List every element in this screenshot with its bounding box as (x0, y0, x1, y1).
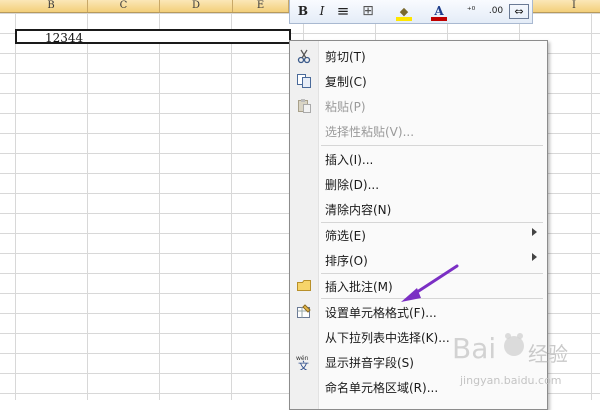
menu-item-cut[interactable]: 剪切(T) (290, 43, 547, 68)
column-header-e[interactable]: E (233, 0, 289, 12)
column-header-i[interactable]: I (548, 0, 600, 12)
font-color-button[interactable]: A (430, 2, 448, 21)
menu-item-delete[interactable]: 删除(D)... (290, 171, 547, 196)
bold-button[interactable]: B (294, 2, 312, 21)
watermark-brand: Baidu 经验 (452, 334, 453, 335)
menu-item-sort-label: 排序(O) (325, 254, 368, 268)
comment-icon (296, 278, 312, 294)
fill-color-swatch (396, 17, 412, 21)
menu-item-clear-contents-label: 清除内容(N) (325, 203, 392, 217)
mini-toolbar: B I ≡ ⊞ ◆ A ⁺⁰ .00 ⇔ (289, 0, 533, 24)
italic-button[interactable]: I (314, 2, 330, 21)
menu-item-paste-label: 粘贴(P) (325, 100, 366, 114)
menu-item-cut-label: 剪切(T) (325, 50, 366, 64)
copy-icon (296, 73, 312, 89)
submenu-arrow-icon (532, 253, 537, 261)
annotation-arrow-icon (401, 264, 459, 302)
scissors-icon (296, 48, 312, 64)
menu-item-define-name-label: 命名单元格区域(R)... (325, 381, 439, 395)
paste-icon (296, 98, 312, 114)
menu-item-clear-contents[interactable]: 清除内容(N) (290, 196, 547, 221)
baidu-logo-icon: Bai (452, 332, 524, 365)
menu-item-paste-special[interactable]: 选择性粘贴(V)... (290, 118, 547, 143)
column-header-b[interactable]: B (15, 0, 88, 12)
phonetic-icon: wén 文 (296, 354, 312, 373)
menu-item-copy-label: 复制(C) (325, 75, 367, 89)
menu-item-filter-label: 筛选(E) (325, 229, 366, 243)
font-color-letter: A (434, 4, 444, 18)
increase-decimal-button[interactable]: ⁺⁰ (460, 2, 482, 21)
menu-item-paste[interactable]: 粘贴(P) (290, 93, 547, 118)
watermark-url: jingyan.baidu.com (460, 374, 562, 387)
fill-color-button[interactable]: ◆ (394, 2, 414, 21)
svg-text:Bai: Bai (452, 332, 496, 365)
column-header-d[interactable]: D (160, 0, 233, 12)
svg-text:文: 文 (298, 359, 309, 370)
cell-b2-value: 12344 (45, 31, 84, 45)
menu-item-delete-label: 删除(D)... (325, 178, 380, 192)
menu-item-insert-comment-label: 插入批注(M) (325, 280, 393, 294)
format-cells-icon (296, 304, 312, 320)
menu-item-pick-from-dropdown-label: 从下拉列表中选择(K)... (325, 331, 450, 345)
decrease-decimal-button[interactable]: .00 (485, 2, 507, 21)
menu-item-format-cells-label: 设置单元格格式(F)... (325, 306, 437, 320)
merge-center-button[interactable]: ⇔ (509, 4, 529, 19)
center-align-button[interactable]: ≡ (334, 2, 352, 21)
border-button[interactable]: ⊞ (358, 2, 378, 21)
menu-item-insert[interactable]: 插入(I)... (290, 146, 547, 171)
menu-item-filter[interactable]: 筛选(E) (290, 222, 547, 247)
menu-item-show-phonetic-label: 显示拼音字段(S) (325, 356, 414, 370)
baidu-watermark: Bai Baidu 经验 jingyan.baidu.com 经验 (452, 318, 600, 400)
menu-item-paste-special-label: 选择性粘贴(V)... (325, 125, 415, 139)
watermark-jingyan-text: 经验 (528, 342, 568, 366)
font-color-swatch (431, 17, 447, 21)
menu-item-insert-label: 插入(I)... (325, 153, 374, 167)
column-header-c[interactable]: C (88, 0, 160, 12)
menu-item-copy[interactable]: 复制(C) (290, 68, 547, 93)
submenu-arrow-icon (532, 228, 537, 236)
